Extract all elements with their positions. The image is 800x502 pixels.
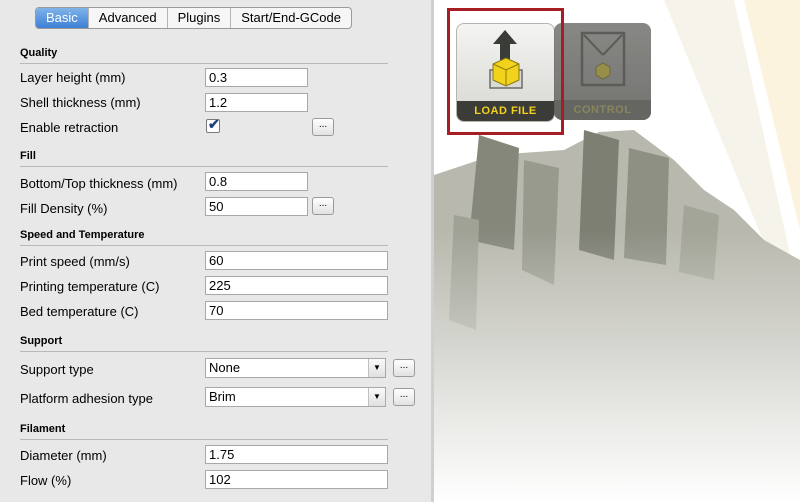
highlight-box (447, 8, 564, 135)
support-type-value: None (209, 360, 241, 375)
settings-panel: Basic Advanced Plugins Start/End-GCode Q… (0, 0, 431, 502)
tab-start-end-gcode[interactable]: Start/End-GCode (231, 8, 351, 28)
enable-retraction-label: Enable retraction (20, 120, 119, 135)
layer-height-label: Layer height (mm) (20, 70, 126, 85)
shell-thickness-input[interactable]: 1.2 (205, 93, 308, 112)
control-printer-icon (580, 31, 626, 87)
platform-adhesion-value: Brim (209, 389, 236, 404)
bottom-top-thickness-input[interactable]: 0.8 (205, 172, 308, 191)
flow-input[interactable]: 102 (205, 470, 388, 489)
support-type-more-button[interactable]: ... (393, 359, 415, 377)
divider (20, 351, 388, 352)
print-speed-label: Print speed (mm/s) (20, 254, 130, 269)
flow-label: Flow (%) (20, 473, 72, 488)
fill-density-label: Fill Density (%) (20, 201, 108, 216)
platform-adhesion-select[interactable]: Brim ▼ (205, 387, 386, 407)
divider (20, 63, 388, 64)
dropdown-arrow-icon: ▼ (368, 388, 385, 406)
divider (20, 245, 388, 246)
support-type-label: Support type (20, 362, 94, 377)
tab-basic[interactable]: Basic (36, 8, 89, 28)
shell-thickness-label: Shell thickness (mm) (20, 95, 141, 110)
retraction-more-button[interactable]: ... (312, 118, 334, 136)
bottom-top-thickness-label: Bottom/Top thickness (mm) (20, 176, 178, 191)
tab-plugins[interactable]: Plugins (168, 8, 232, 28)
fill-density-input[interactable]: 50 (205, 197, 308, 216)
platform-adhesion-label: Platform adhesion type (20, 391, 153, 406)
support-type-select[interactable]: None ▼ (205, 358, 386, 378)
fill-density-more-button[interactable]: ... (312, 197, 334, 215)
diameter-input[interactable]: 1.75 (205, 445, 388, 464)
dropdown-arrow-icon: ▼ (368, 359, 385, 377)
printing-temperature-label: Printing temperature (C) (20, 279, 160, 294)
section-quality-header: Quality (20, 47, 58, 59)
settings-tabs: Basic Advanced Plugins Start/End-GCode (35, 7, 352, 29)
enable-retraction-checkbox[interactable]: ✔ (206, 116, 220, 133)
divider (20, 439, 388, 440)
bed-temperature-label: Bed temperature (C) (20, 304, 139, 319)
control-button[interactable]: CONTROL (554, 23, 651, 120)
platform-adhesion-more-button[interactable]: ... (393, 388, 415, 406)
section-fill-header: Fill (20, 150, 36, 162)
section-support-header: Support (20, 335, 63, 347)
control-label: CONTROL (554, 100, 651, 120)
print-speed-input[interactable]: 60 (205, 251, 388, 270)
divider (20, 166, 388, 167)
printing-temperature-input[interactable]: 225 (205, 276, 388, 295)
diameter-label: Diameter (mm) (20, 448, 107, 463)
section-filament-header: Filament (20, 423, 66, 435)
layer-height-input[interactable]: 0.3 (205, 68, 308, 87)
checkmark-icon: ✔ (208, 116, 220, 132)
tab-advanced[interactable]: Advanced (89, 8, 168, 28)
section-speed-header: Speed and Temperature (20, 229, 145, 241)
bed-temperature-input[interactable]: 70 (205, 301, 388, 320)
